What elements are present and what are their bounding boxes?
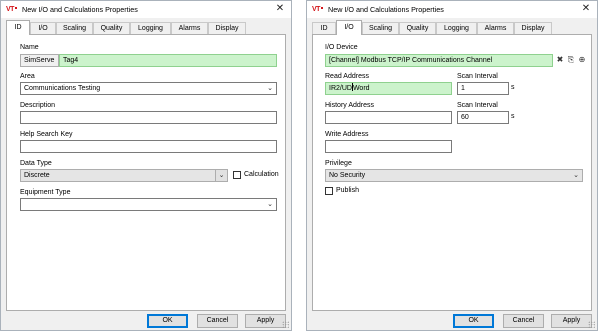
calculation-label: Calculation (244, 171, 279, 178)
io-device-field[interactable]: [Channel] Modbus TCP/IP Communications C… (325, 54, 553, 67)
privilege-label: Privilege (325, 160, 352, 167)
cancel-button[interactable]: Cancel (197, 314, 238, 328)
chevron-down-icon: ⌄ (215, 170, 227, 181)
equipment-type-label: Equipment Type (20, 189, 71, 196)
io-properties-dialog-io: VT New I/O and Calculations Properties ✕… (306, 0, 598, 331)
tab-io[interactable]: I/O (30, 22, 56, 34)
tab-display[interactable]: Display (514, 22, 552, 34)
app-logo-icon: VT (312, 5, 324, 14)
tab-alarms[interactable]: Alarms (171, 22, 208, 34)
write-address-input[interactable] (325, 140, 452, 153)
publish-checkbox[interactable] (325, 187, 333, 195)
tab-quality[interactable]: Quality (93, 22, 130, 34)
history-scan-interval-input[interactable]: 60 (457, 111, 509, 124)
description-input[interactable] (20, 111, 277, 124)
io-device-label: I/O Device (325, 44, 358, 51)
tab-quality[interactable]: Quality (399, 22, 436, 34)
apply-button[interactable]: Apply (551, 314, 592, 328)
data-type-select[interactable]: Discrete ⌄ (20, 169, 228, 182)
clear-device-icon[interactable]: ✖ (555, 55, 565, 65)
window-title: New I/O and Calculations Properties (22, 5, 138, 14)
calculation-checkbox[interactable] (233, 171, 241, 179)
browse-device-icon[interactable]: ⎘ (566, 55, 576, 65)
tab-scaling[interactable]: Scaling (362, 22, 399, 34)
resize-grip-icon[interactable] (588, 321, 595, 328)
chevron-down-icon: ⌄ (573, 172, 579, 179)
ok-button[interactable]: OK (453, 314, 494, 328)
title-bar: VT New I/O and Calculations Properties ✕ (307, 1, 597, 18)
scan-interval-label: Scan Interval (457, 73, 498, 80)
tab-strip: ID I/O Scaling Quality Logging Alarms Di… (312, 20, 592, 35)
name-label: Name (20, 44, 39, 51)
close-icon[interactable]: ✕ (273, 3, 287, 15)
app-logo-icon: VT (6, 5, 18, 14)
read-address-input[interactable]: IR2/UDWord (325, 82, 452, 95)
description-label: Description (20, 102, 56, 109)
io-panel: I/O Device [Channel] Modbus TCP/IP Commu… (312, 34, 592, 311)
history-scan-interval-unit: s (511, 113, 515, 120)
area-select[interactable]: Communications Testing ⌄ (20, 82, 277, 95)
title-bar: VT New I/O and Calculations Properties ✕ (1, 1, 291, 18)
chevron-down-icon: ⌄ (267, 85, 273, 92)
scan-interval-unit: s (511, 84, 515, 91)
help-search-key-label: Help Search Key (20, 131, 73, 138)
write-address-label: Write Address (325, 131, 369, 138)
window-title: New I/O and Calculations Properties (328, 5, 444, 14)
read-address-label: Read Address (325, 73, 369, 80)
name-input[interactable]: Tag4 (59, 54, 277, 67)
tab-id[interactable]: ID (6, 20, 30, 35)
tab-strip: ID I/O Scaling Quality Logging Alarms Di… (6, 20, 286, 35)
chevron-down-icon: ⌄ (267, 201, 273, 208)
cancel-button[interactable]: Cancel (503, 314, 544, 328)
privilege-select[interactable]: No Security ⌄ (325, 169, 583, 182)
scan-interval-input[interactable]: 1 (457, 82, 509, 95)
history-address-input[interactable] (325, 111, 452, 124)
resize-grip-icon[interactable] (282, 321, 289, 328)
tab-alarms[interactable]: Alarms (477, 22, 514, 34)
area-label: Area (20, 73, 35, 80)
publish-label: Publish (336, 187, 359, 194)
name-prefix-field: SimServe (20, 54, 59, 67)
data-type-label: Data Type (20, 160, 52, 167)
tab-id[interactable]: ID (312, 22, 336, 34)
ok-button[interactable]: OK (147, 314, 188, 328)
history-scan-interval-label: Scan Interval (457, 102, 498, 109)
history-address-label: History Address (325, 102, 375, 109)
tab-logging[interactable]: Logging (436, 22, 477, 34)
tab-scaling[interactable]: Scaling (56, 22, 93, 34)
apply-button[interactable]: Apply (245, 314, 286, 328)
id-panel: Name SimServe Tag4 Area Communications T… (6, 34, 286, 311)
tab-logging[interactable]: Logging (130, 22, 171, 34)
device-properties-icon[interactable]: ⊕ (577, 55, 587, 65)
help-search-key-input[interactable] (20, 140, 277, 153)
tab-display[interactable]: Display (208, 22, 246, 34)
equipment-type-select[interactable]: ⌄ (20, 198, 277, 211)
tab-io[interactable]: I/O (336, 20, 362, 35)
close-icon[interactable]: ✕ (579, 3, 593, 15)
io-properties-dialog-id: VT New I/O and Calculations Properties ✕… (0, 0, 292, 331)
